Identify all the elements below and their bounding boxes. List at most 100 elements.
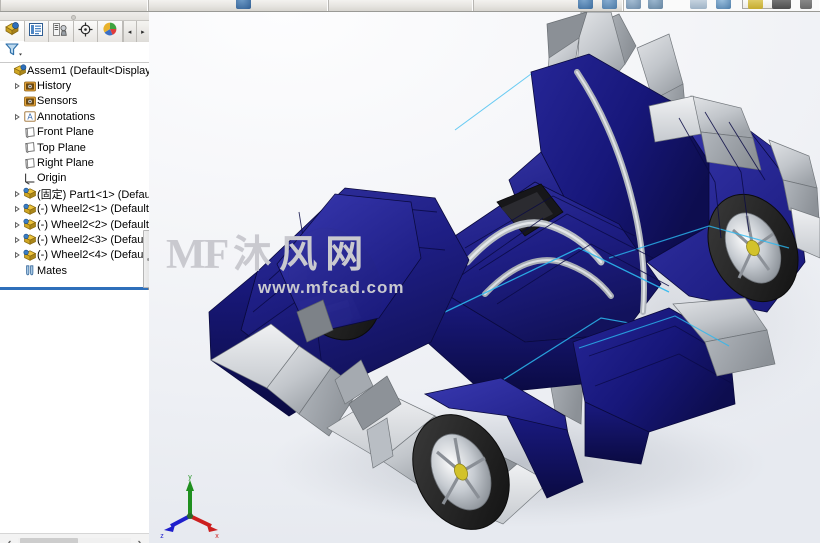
tree-item-label: (-) Wheel2<2> (Default< (37, 218, 149, 231)
tree-item-label: Assem1 (Default<Display St (27, 64, 149, 77)
expand-chevron-icon[interactable] (12, 236, 22, 244)
race-car-3d-model[interactable] (149, 12, 820, 543)
design-tree-icon (4, 21, 20, 41)
scrollbar-track[interactable] (18, 538, 131, 543)
dimxpert-manager-tab[interactable] (73, 21, 99, 42)
feature-manager-tab-bar[interactable]: ◂ ▸ (0, 21, 150, 42)
display-manager-icon (103, 22, 117, 41)
plane-icon (22, 157, 37, 170)
section-view-icon[interactable] (578, 0, 593, 9)
tree-item-label: (-) Wheel2<1> (Default< (37, 203, 149, 216)
history-icon (22, 80, 37, 93)
expand-chevron-icon[interactable] (12, 113, 22, 121)
tree-item-right-plane[interactable]: Right Plane (0, 155, 149, 170)
part-icon (22, 218, 37, 231)
tree-item-sensors[interactable]: Sensors (0, 94, 149, 109)
expand-chevron-icon[interactable] (12, 205, 22, 213)
display-manager-tab[interactable] (98, 21, 123, 42)
measure-icon[interactable] (602, 0, 617, 9)
tree-item-label: Annotations (37, 110, 96, 123)
part-icon (22, 249, 37, 262)
configuration-manager-icon (53, 22, 68, 41)
tree-item-annotations[interactable]: A Annotations (0, 109, 149, 124)
tree-item-part1-1-default[interactable]: (固定) Part1<1> (Default (0, 186, 149, 201)
tree-item-mates[interactable]: Mates (0, 263, 149, 278)
tree-item-label: (-) Wheel2<4> (Default< (37, 249, 149, 262)
solidworks-window: ◂ ▸ Assem1 (Default<Display St History Sen… (0, 0, 820, 543)
mates-icon (22, 264, 37, 277)
display-style-icon[interactable] (648, 0, 663, 9)
tree-item-wheel2-4-default[interactable]: (-) Wheel2<4> (Default< (0, 248, 149, 263)
feature-tree-horizontal-scrollbar[interactable]: ❮ ❯ (0, 533, 149, 543)
tree-item-assem1-default-display-st[interactable]: Assem1 (Default<Display St (0, 63, 149, 78)
tree-item-wheel2-1-default[interactable]: (-) Wheel2<1> (Default< (0, 202, 149, 217)
feature-tree[interactable]: Assem1 (Default<Display St History Sensors… (0, 63, 149, 287)
assembly-icon (12, 64, 27, 77)
tree-item-label: Sensors (37, 95, 78, 108)
camera-icon[interactable] (772, 0, 791, 9)
hide-show-icon[interactable] (668, 0, 683, 9)
feature-manager-header (0, 12, 149, 21)
rebuild-icon[interactable] (236, 0, 251, 9)
tree-item-front-plane[interactable]: Front Plane (0, 125, 149, 140)
tree-item-label: History (37, 80, 72, 93)
tree-item-label: Front Plane (37, 126, 94, 139)
triad-y-label: y (188, 474, 192, 481)
feature-tree-empty-area (0, 290, 149, 533)
panel-grip-handle[interactable] (71, 15, 76, 20)
sensors-icon (22, 95, 37, 108)
tree-item-top-plane[interactable]: Top Plane (0, 140, 149, 155)
filter-icon[interactable] (5, 42, 22, 62)
feature-tree-filter-bar[interactable] (0, 42, 149, 63)
svg-text:A: A (27, 113, 33, 122)
scroll-right-button[interactable]: ❯ (133, 538, 147, 543)
toolbar-group-3 (328, 0, 473, 11)
tree-item-label: (固定) Part1<1> (Default (37, 188, 149, 201)
origin-icon (22, 172, 37, 185)
tree-item-label: Origin (37, 172, 67, 185)
scrollbar-thumb[interactable] (20, 538, 78, 543)
configuration-manager-tab[interactable] (49, 21, 74, 42)
tree-item-label: (-) Wheel2<3> (Default< (37, 233, 149, 246)
coordinate-triad: y x z (155, 474, 225, 540)
tab-scroll-left-button[interactable]: ◂ (122, 21, 136, 42)
export-icon[interactable] (800, 0, 812, 9)
tree-item-origin[interactable]: Origin (0, 171, 149, 186)
toolbar-group-1 (0, 0, 148, 11)
toolbar-group-4 (473, 0, 623, 11)
triad-x-label: x (215, 533, 219, 540)
triad-z-label: z (160, 533, 164, 540)
expand-chevron-icon[interactable] (12, 221, 22, 229)
expand-chevron-icon[interactable] (12, 251, 22, 259)
tree-item-label: Right Plane (37, 157, 94, 170)
annotations-icon: A (22, 110, 37, 123)
feature-manager-design-tree-tab[interactable] (0, 21, 25, 42)
property-manager-tab[interactable] (24, 21, 50, 42)
appearance-icon[interactable] (690, 0, 707, 9)
expand-chevron-icon[interactable] (12, 190, 22, 198)
tab-scroll-right-button[interactable]: ▸ (135, 21, 150, 42)
scroll-left-button[interactable]: ❮ (2, 538, 16, 543)
plane-icon (22, 141, 37, 154)
tree-item-history[interactable]: History (0, 78, 149, 93)
feature-manager-panel: ◂ ▸ Assem1 (Default<Display St History Sen… (0, 12, 150, 543)
view-orientation-icon[interactable] (626, 0, 641, 9)
expand-chevron-icon[interactable] (12, 82, 22, 90)
graphics-viewport[interactable]: MF 沐风网 www.mfcad.com y x z (149, 12, 820, 543)
tree-item-wheel2-3-default[interactable]: (-) Wheel2<3> (Default< (0, 232, 149, 247)
apply-scene-icon[interactable] (748, 0, 763, 9)
part-icon (22, 233, 37, 246)
command-toolbar-strip[interactable] (0, 0, 820, 12)
part-icon (22, 203, 37, 216)
scene-icon[interactable] (716, 0, 731, 9)
tree-item-label: Mates (37, 264, 67, 277)
part-icon (22, 187, 37, 200)
tree-item-wheel2-2-default[interactable]: (-) Wheel2<2> (Default< (0, 217, 149, 232)
